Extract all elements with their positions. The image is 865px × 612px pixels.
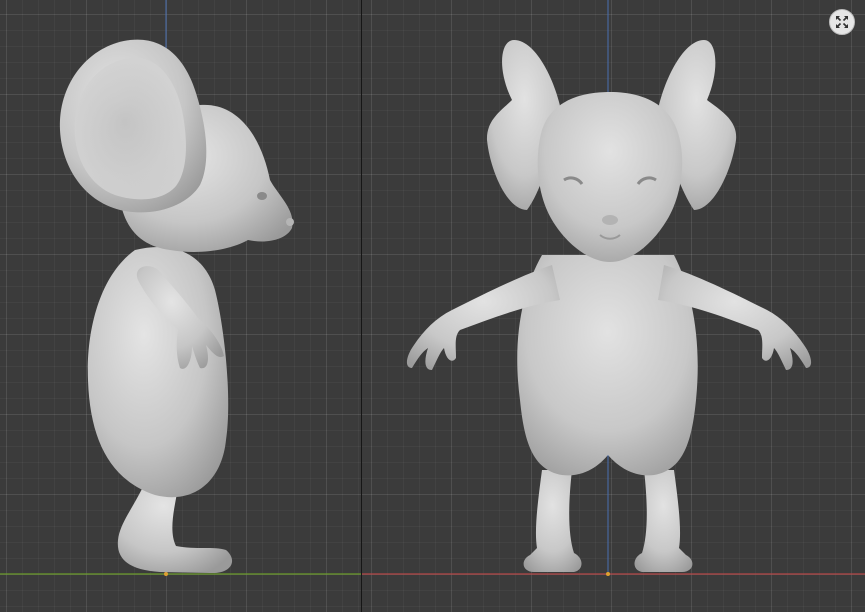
mouse-eye-side — [257, 192, 267, 200]
mouse-nose-front — [602, 215, 618, 225]
mouse-nose-side — [286, 218, 294, 226]
origin-marker — [164, 572, 168, 576]
mouse-head-front — [537, 92, 683, 262]
viewport-side[interactable] — [0, 0, 361, 612]
maximize-area-button[interactable] — [829, 9, 855, 35]
side-view-scene — [0, 0, 361, 576]
front-view-scene — [362, 0, 865, 576]
origin-marker — [606, 572, 610, 576]
viewport-front[interactable] — [362, 0, 865, 612]
mouse-leg-left-front — [523, 470, 582, 572]
blender-window — [0, 0, 865, 612]
expand-arrows-icon — [836, 16, 848, 28]
mouse-leg-right-front — [634, 470, 693, 572]
